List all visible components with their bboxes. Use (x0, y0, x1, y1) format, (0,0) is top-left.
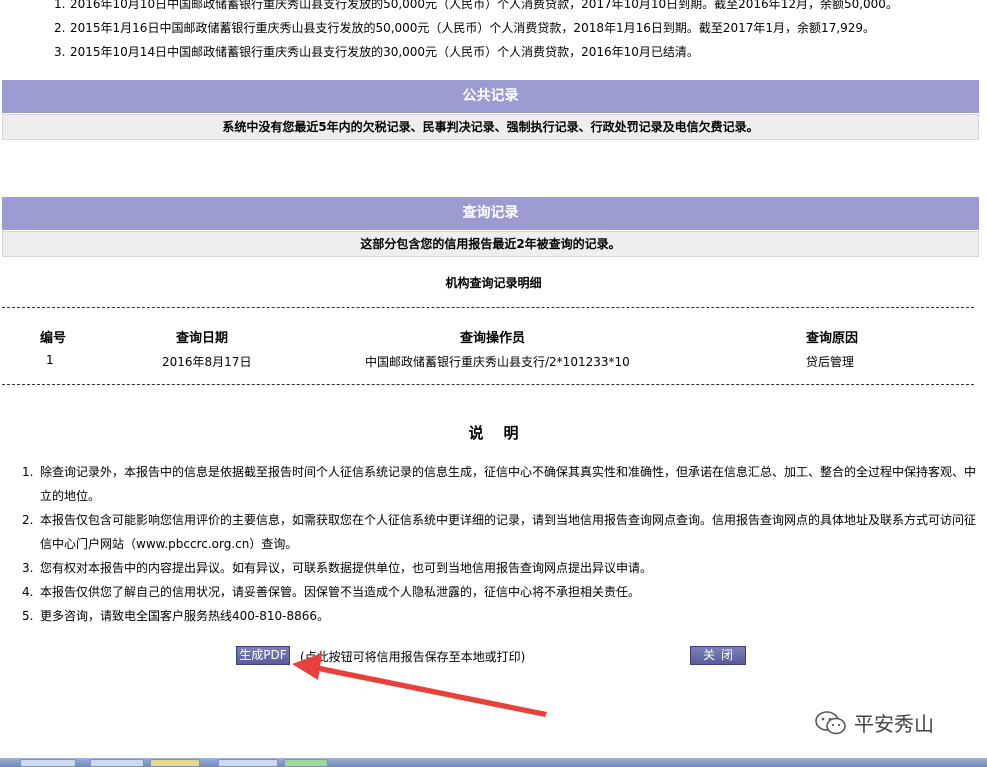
taskbar (0, 758, 987, 767)
taskbar-item[interactable] (284, 759, 328, 767)
annotation-arrow-icon (292, 653, 547, 717)
taskbar-item[interactable] (218, 759, 278, 767)
watermark: 平安秀山 (814, 708, 934, 737)
wechat-icon (815, 710, 846, 734)
taskbar-item[interactable] (90, 759, 144, 767)
watermark-text: 平安秀山 (854, 712, 934, 736)
taskbar-item[interactable] (20, 759, 76, 767)
taskbar-item[interactable] (150, 759, 200, 767)
